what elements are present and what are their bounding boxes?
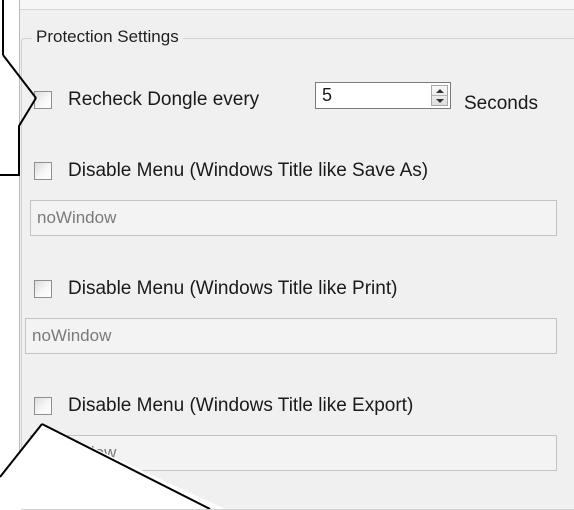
- recheck-checkbox[interactable]: [34, 91, 52, 109]
- settings-panel: Protection Settings Recheck Dongle every…: [19, 0, 574, 510]
- seconds-label: Seconds: [464, 93, 538, 114]
- disable-menu-print-label: Disable Menu (Windows Title like Print): [68, 278, 398, 299]
- disable-menu-export-label: Disable Menu (Windows Title like Export): [68, 395, 414, 416]
- disable-menu-save-as-label: Disable Menu (Windows Title like Save As…: [68, 160, 429, 181]
- spin-buttons[interactable]: [431, 85, 448, 106]
- triangle-down-icon: [435, 98, 444, 103]
- callout-hidden: [0, 0, 3, 82]
- save-as-window-title-field[interactable]: noWindow: [30, 200, 557, 236]
- recheck-interval-stepper[interactable]: 5: [315, 82, 451, 109]
- spin-down-button[interactable]: [432, 96, 447, 105]
- triangle-up-icon: [435, 88, 444, 93]
- group-title: Protection Settings: [32, 26, 183, 48]
- spin-up-button[interactable]: [432, 86, 447, 96]
- recheck-label: Recheck Dongle every: [68, 89, 260, 110]
- print-window-title-field[interactable]: noWindow: [25, 318, 557, 354]
- top-strip: [20, 0, 574, 10]
- disable-menu-print-checkbox[interactable]: [34, 280, 52, 298]
- export-window-title-field[interactable]: noWindow: [30, 435, 557, 471]
- disable-menu-export-checkbox[interactable]: [34, 397, 52, 415]
- disable-menu-save-as-checkbox[interactable]: [34, 162, 52, 180]
- recheck-interval-value[interactable]: 5: [322, 84, 332, 106]
